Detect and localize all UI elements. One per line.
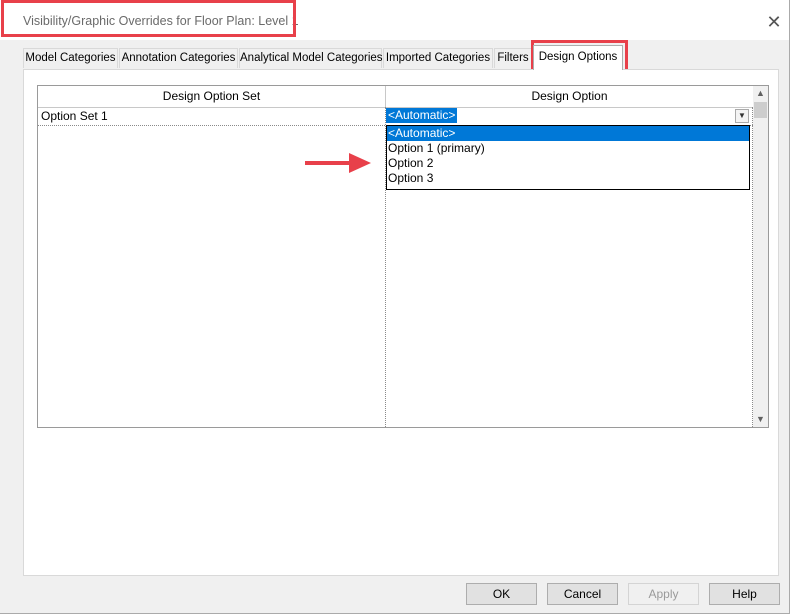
- column-header-design-option[interactable]: Design Option: [386, 86, 753, 108]
- dropdown-option-automatic[interactable]: <Automatic>: [387, 126, 749, 141]
- design-options-grid: Design Option Set Design Option Option S…: [37, 85, 769, 428]
- tab-analytical-model-categories[interactable]: Analytical Model Categories: [239, 48, 383, 68]
- column-header-design-option-set[interactable]: Design Option Set: [38, 86, 386, 108]
- design-option-select[interactable]: <Automatic> ▼: [386, 108, 750, 125]
- tab-annotation-categories[interactable]: Annotation Categories: [119, 48, 238, 68]
- scroll-up-icon[interactable]: ▲: [753, 86, 768, 101]
- arrow-right-icon: [305, 153, 371, 173]
- dropdown-option-option-3[interactable]: Option 3: [387, 171, 749, 186]
- window-title: Visibility/Graphic Overrides for Floor P…: [23, 14, 299, 28]
- dropdown-option-option-1-primary[interactable]: Option 1 (primary): [387, 141, 749, 156]
- vertical-scrollbar[interactable]: ▲ ▼: [753, 86, 768, 427]
- design-option-dropdown-list: <Automatic> Option 1 (primary) Option 2 …: [386, 125, 750, 190]
- help-button[interactable]: Help: [709, 583, 780, 605]
- tab-imported-categories[interactable]: Imported Categories: [383, 48, 493, 68]
- ok-button[interactable]: OK: [466, 583, 537, 605]
- tab-model-categories[interactable]: Model Categories: [23, 48, 118, 68]
- apply-button[interactable]: Apply: [628, 583, 699, 605]
- scrollbar-thumb[interactable]: [754, 102, 767, 118]
- table-row-option-set-name[interactable]: Option Set 1: [41, 109, 108, 123]
- tab-filters[interactable]: Filters: [494, 48, 532, 68]
- title-bar: Visibility/Graphic Overrides for Floor P…: [0, 0, 789, 40]
- close-icon[interactable]: ✕: [760, 8, 788, 36]
- button-bar: OK Cancel Apply Help: [0, 576, 789, 613]
- dialog-window: Visibility/Graphic Overrides for Floor P…: [0, 0, 790, 614]
- scroll-down-icon[interactable]: ▼: [753, 412, 768, 427]
- chevron-down-icon[interactable]: ▼: [735, 109, 749, 123]
- dropdown-option-option-2[interactable]: Option 2: [387, 156, 749, 171]
- design-option-select-value: <Automatic>: [386, 108, 458, 123]
- cancel-button[interactable]: Cancel: [547, 583, 618, 605]
- tab-design-options[interactable]: Design Options: [533, 45, 623, 70]
